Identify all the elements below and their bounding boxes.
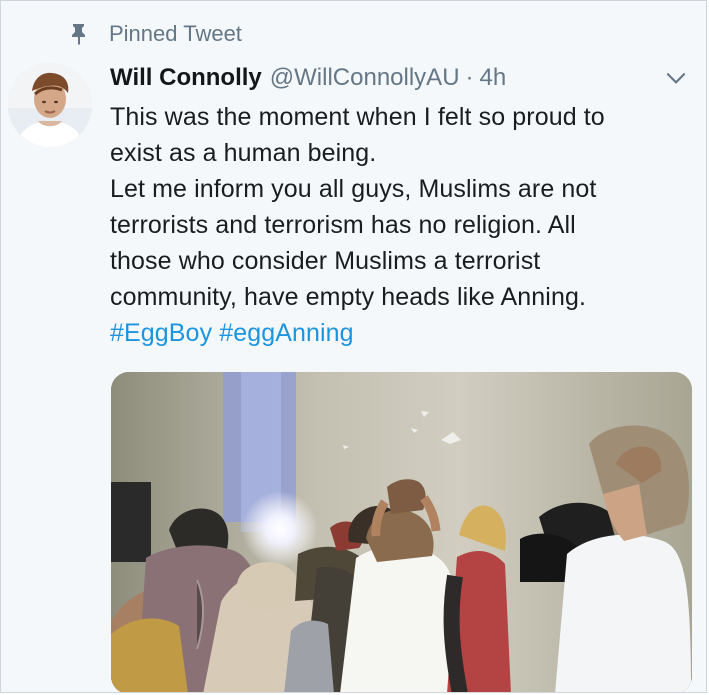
- tweet-text-line: This was the moment when I felt so proud…: [110, 103, 605, 131]
- pinned-label: Pinned Tweet: [109, 21, 242, 46]
- tweet-photo: [111, 372, 692, 692]
- hashtags-link[interactable]: #EggBoy #eggAnning: [110, 315, 685, 351]
- tweet-text-line: those who consider Muslims a terrorist: [110, 247, 541, 275]
- chevron-down-icon[interactable]: [663, 65, 689, 91]
- tweet-text-line: terrorists and terrorism has no religion…: [110, 211, 576, 239]
- tweet-text-line: Let me inform you all guys, Muslims are …: [110, 175, 597, 203]
- meta-separator: ·: [465, 64, 474, 91]
- tweet-time[interactable]: 4h: [480, 64, 507, 92]
- tweet-text-line: exist as a human being.: [110, 139, 377, 167]
- tweet-text-line: community, have empty heads like Anning.: [110, 283, 587, 311]
- tweet-media[interactable]: [111, 372, 692, 692]
- pin-icon: [72, 24, 85, 45]
- avatar-image: [8, 63, 92, 147]
- tweet-text: This was the moment when I felt so proud…: [110, 99, 685, 351]
- avatar[interactable]: [8, 63, 92, 147]
- display-name[interactable]: Will Connolly: [110, 64, 262, 92]
- pinned-tweet-row: Pinned Tweet: [67, 19, 242, 49]
- tweet-card: Pinned Tweet Will Connolly @WillConnolly…: [0, 0, 707, 693]
- user-handle[interactable]: @WillConnollyAU: [270, 64, 460, 92]
- tweet-header: Will Connolly @WillConnollyAU · 4h: [110, 62, 506, 94]
